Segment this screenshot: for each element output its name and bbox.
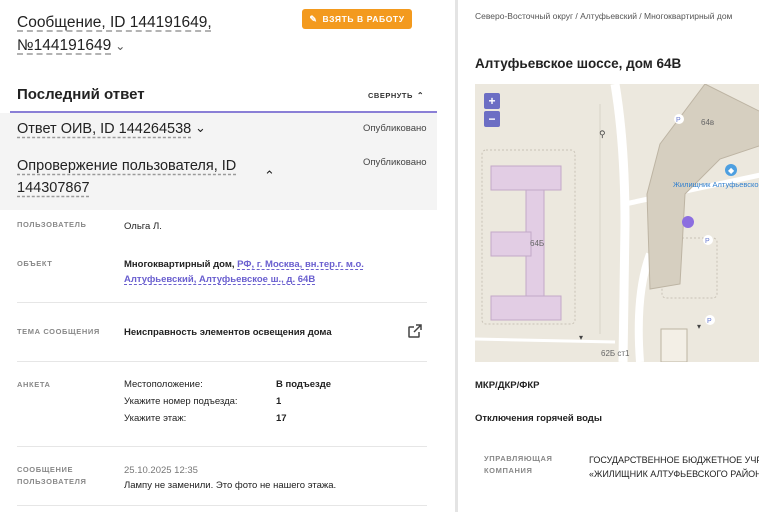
take-to-work-button[interactable]: ✎ ВЗЯТЬ В РАБОТУ: [302, 9, 412, 29]
map-label-62b: 62Б ст1: [601, 349, 630, 358]
breadcrumb: Северо-Восточный округ / Алтуфьевский / …: [475, 11, 733, 21]
object-address: Алтуфьевское шоссе, дом 64В: [475, 56, 682, 71]
divider: [17, 361, 427, 362]
poi-icon: ◆: [728, 166, 735, 175]
map[interactable]: 64Б 64в 62Б ст1 P P P ◆ Жилищник Алтуфье…: [475, 84, 759, 362]
message-title[interactable]: Сообщение, ID 144191649, №144191649 ⌄: [17, 11, 287, 58]
topic-text: Неисправность элементов освещения дома: [124, 327, 332, 338]
collapse-label: СВЕРНУТЬ: [368, 91, 413, 100]
survey-question: Укажите номер подъезда:: [124, 396, 238, 407]
map-canvas: 64Б 64в 62Б ст1 P P P ◆ Жилищник Алтуфье…: [475, 84, 759, 362]
survey-question: Укажите этаж:: [124, 413, 187, 424]
object-marker[interactable]: [682, 216, 694, 228]
manager-value: ГОСУДАРСТВЕННОЕ БЮДЖЕТНОЕ УЧРЕЖДЕНИЕ ГОР…: [589, 453, 759, 481]
zoom-out-button[interactable]: −: [484, 111, 500, 127]
answer-status: Опубликовано: [363, 123, 427, 134]
outage-label: Отключения горячей воды: [475, 413, 602, 424]
object-value: Многоквартирный дом, РФ, г. Москва, вн.т…: [124, 257, 374, 287]
refutation-status: Опубликовано: [363, 157, 427, 168]
survey-answer: 17: [276, 413, 287, 424]
object-label: ОБЪЕКТ: [17, 259, 53, 268]
pencil-icon: ✎: [309, 13, 318, 24]
chevron-up-icon[interactable]: ⌃: [264, 168, 275, 184]
object-type: Многоквартирный дом,: [124, 259, 235, 270]
last-answer-heading: Последний ответ: [17, 86, 145, 103]
map-poi-icon: ▾: [579, 333, 583, 342]
collapse-button[interactable]: СВЕРНУТЬ ⌃: [368, 91, 424, 100]
message-text: Лампу не заменили. Это фото не нашего эт…: [124, 480, 337, 491]
parking-icon: P: [707, 318, 712, 325]
chevron-down-icon[interactable]: ⌄: [115, 35, 125, 58]
object-panel: Северо-Восточный округ / Алтуфьевский / …: [458, 0, 759, 512]
survey-label: АНКЕТА: [17, 380, 51, 389]
map-poi-icon: ⚲: [599, 129, 606, 139]
refutation-title[interactable]: Опровержение пользователя, ID 144307867: [17, 155, 257, 199]
chevron-down-icon[interactable]: ⌄: [195, 120, 206, 136]
survey-answer: В подъезде: [276, 379, 332, 390]
topic-value: Неисправность элементов освещения дома: [124, 325, 332, 340]
survey-question: Местоположение:: [124, 379, 203, 390]
message-date: 25.10.2025 12:35: [124, 465, 198, 476]
divider: [17, 505, 427, 506]
map-label-64v: 64в: [701, 118, 714, 127]
survey-answer: 1: [276, 396, 282, 407]
divider: [17, 302, 427, 303]
map-label-64b: 64Б: [530, 239, 544, 248]
answer-title[interactable]: Ответ ОИВ, ID 144264538: [17, 121, 191, 137]
map-poi-icon: ▾: [697, 322, 701, 331]
manager-label: УПРАВЛЯЮЩАЯ КОМПАНИЯ: [484, 454, 553, 475]
zoom-controls: + −: [484, 93, 500, 127]
message-label: СООБЩЕНИЕ ПОЛЬЗОВАТЕЛЯ: [17, 465, 87, 486]
message-panel: Сообщение, ID 144191649, №144191649 ⌄ ✎ В…: [0, 0, 437, 512]
user-label: ПОЛЬЗОВАТЕЛЬ: [17, 220, 87, 229]
take-to-work-label: ВЗЯТЬ В РАБОТУ: [322, 14, 405, 24]
parking-icon: P: [705, 238, 710, 245]
repair-tag: МКР/ДКР/ФКР: [475, 380, 540, 391]
poi-label: Жилищник Алтуфьевского района: [673, 180, 759, 189]
chevron-up-icon: ⌃: [416, 91, 425, 100]
user-value: Ольга Л.: [124, 221, 162, 232]
parking-icon: P: [676, 117, 681, 124]
topic-label: ТЕМА СООБЩЕНИЯ: [17, 327, 100, 336]
zoom-in-button[interactable]: +: [484, 93, 500, 109]
divider: [17, 446, 427, 447]
external-link-icon[interactable]: [407, 323, 423, 339]
manager-value-text: ГОСУДАРСТВЕННОЕ БЮДЖЕТНОЕ УЧРЕЖДЕНИЕ ГОР…: [589, 455, 759, 479]
